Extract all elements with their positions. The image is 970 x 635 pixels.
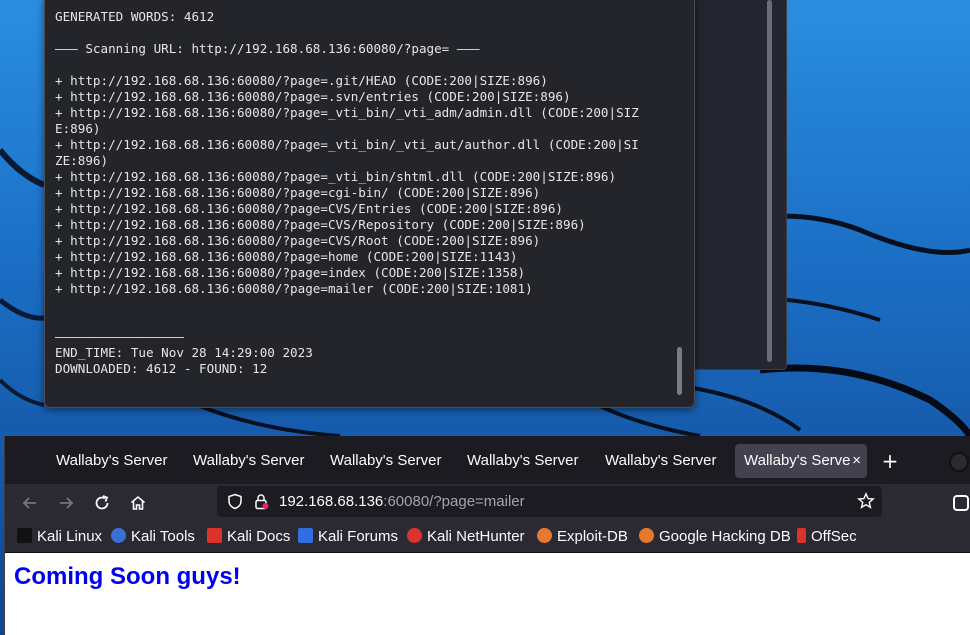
bookmark-kali-tools[interactable]: Kali Tools bbox=[111, 522, 195, 552]
terminal-line: ——— Scanning URL: http://192.168.68.136:… bbox=[55, 41, 480, 56]
bookmark-label: Kali Tools bbox=[131, 528, 195, 545]
shield-icon[interactable] bbox=[227, 493, 243, 510]
background-terminal-scrollbar[interactable] bbox=[767, 0, 772, 362]
terminal-line: DOWNLOADED: 4612 - FOUND: 12 bbox=[55, 361, 268, 376]
tab-wallabys-server-4[interactable]: Wallaby's Server bbox=[458, 444, 592, 478]
insecure-lock-icon[interactable] bbox=[253, 493, 269, 510]
terminal-line: + http://192.168.68.136:60080/?page=CVS/… bbox=[55, 217, 586, 232]
bookmark-kali-docs[interactable]: Kali Docs bbox=[207, 522, 290, 552]
ghdb-icon bbox=[639, 528, 654, 543]
forward-button[interactable] bbox=[53, 490, 79, 516]
bookmark-label: Google Hacking DB bbox=[659, 528, 791, 545]
offsec-icon bbox=[797, 528, 806, 543]
page-content: Coming Soon guys! bbox=[5, 553, 970, 635]
bookmark-label: Exploit-DB bbox=[557, 528, 628, 545]
terminal-output: GENERATED WORDS: 4612 ——— Scanning URL: h… bbox=[55, 9, 675, 377]
tab-wallabys-server-1[interactable]: Wallaby's Server bbox=[47, 444, 181, 478]
url-host: 192.168.68.136 bbox=[279, 493, 384, 510]
terminal-scrollbar[interactable] bbox=[677, 347, 682, 395]
page-heading: Coming Soon guys! bbox=[14, 563, 241, 590]
url-text: 192.168.68.136:60080/?page=mailer bbox=[279, 486, 525, 517]
url-path: :60080/?page=mailer bbox=[383, 493, 525, 510]
bookmark-star-icon[interactable] bbox=[857, 492, 875, 510]
terminal-line: ————————————————— bbox=[55, 329, 184, 344]
bookmarks-toolbar: Kali Linux Kali Tools Kali Docs Kali For… bbox=[5, 522, 970, 553]
reload-icon bbox=[95, 495, 109, 510]
tab-label: Wallaby's Server bbox=[744, 452, 850, 469]
terminal-line: + http://192.168.68.136:60080/?page=_vti… bbox=[55, 169, 617, 184]
tab-wallabys-server-2[interactable]: Wallaby's Server bbox=[184, 444, 318, 478]
tab-label: Wallaby's Server bbox=[605, 452, 717, 469]
kali-tools-icon bbox=[111, 528, 126, 543]
terminal-line: + http://192.168.68.136:60080/?page=.git… bbox=[55, 73, 548, 88]
terminal-line: + http://192.168.68.136:60080/?page=inde… bbox=[55, 265, 526, 280]
tab-bar: Wallaby's Server Wallaby's Server Wallab… bbox=[5, 436, 970, 484]
home-button[interactable] bbox=[125, 490, 151, 516]
new-tab-button[interactable]: + bbox=[878, 444, 902, 478]
tab-wallabys-server-5[interactable]: Wallaby's Server bbox=[596, 444, 730, 478]
terminal-line: ZE:896) bbox=[55, 153, 109, 168]
bookmark-label: Kali Docs bbox=[227, 528, 291, 545]
bookmark-label: Kali Forums bbox=[318, 528, 399, 545]
terminal-line: + http://192.168.68.136:60080/?page=cgi-… bbox=[55, 185, 541, 200]
bookmark-kali-linux[interactable]: Kali Linux bbox=[17, 522, 102, 552]
terminal-line: GENERATED WORDS: 4612 bbox=[55, 9, 215, 24]
terminal-line: + http://192.168.68.136:60080/?page=_vti… bbox=[55, 137, 639, 152]
bookmark-google-hacking-db[interactable]: Google Hacking DB bbox=[639, 522, 791, 552]
bookmark-label: OffSec bbox=[811, 528, 857, 545]
tab-label: Wallaby's Server bbox=[193, 452, 305, 469]
tab-wallabys-server-active[interactable]: Wallaby's Server × bbox=[735, 444, 867, 478]
bookmark-exploit-db[interactable]: Exploit-DB bbox=[537, 522, 628, 552]
bookmark-label: Kali NetHunter bbox=[427, 528, 525, 545]
terminal-line: E:896) bbox=[55, 121, 101, 136]
terminal-line: + http://192.168.68.136:60080/?page=mail… bbox=[55, 281, 533, 296]
kali-dragon-icon bbox=[17, 528, 32, 543]
arrow-right-icon bbox=[60, 497, 74, 509]
extensions-icon[interactable] bbox=[953, 495, 969, 511]
tab-wallabys-server-3[interactable]: Wallaby's Server bbox=[321, 444, 455, 478]
tab-label: Wallaby's Server bbox=[467, 452, 579, 469]
terminal-line: END_TIME: Tue Nov 28 14:29:00 2023 bbox=[55, 345, 313, 360]
terminal-line: + http://192.168.68.136:60080/?page=_vti… bbox=[55, 105, 639, 120]
reload-button[interactable] bbox=[89, 490, 115, 516]
back-button[interactable] bbox=[17, 490, 43, 516]
nethunter-icon bbox=[407, 528, 422, 543]
url-bar[interactable]: 192.168.68.136:60080/?page=mailer bbox=[217, 486, 882, 517]
terminal-line: + http://192.168.68.136:60080/?page=home… bbox=[55, 249, 518, 264]
bookmark-kali-forums[interactable]: Kali Forums bbox=[298, 522, 398, 552]
kali-forums-icon bbox=[298, 528, 313, 543]
close-tab-icon[interactable]: × bbox=[852, 444, 861, 478]
terminal-line: + http://192.168.68.136:60080/?page=CVS/… bbox=[55, 233, 541, 248]
terminal-line: + http://192.168.68.136:60080/?page=.svn… bbox=[55, 89, 571, 104]
bookmark-label: Kali Linux bbox=[37, 528, 103, 545]
tab-label: Wallaby's Server bbox=[56, 452, 168, 469]
arrow-left-icon bbox=[22, 497, 36, 509]
bookmark-kali-nethunter[interactable]: Kali NetHunter bbox=[407, 522, 525, 552]
home-icon bbox=[130, 495, 146, 510]
exploit-db-icon bbox=[537, 528, 552, 543]
terminal-line: + http://192.168.68.136:60080/?page=CVS/… bbox=[55, 201, 563, 216]
tab-label: Wallaby's Server bbox=[330, 452, 442, 469]
terminal-window[interactable]: GENERATED WORDS: 4612 ——— Scanning URL: h… bbox=[44, 0, 695, 408]
navigation-toolbar: 192.168.68.136:60080/?page=mailer bbox=[5, 484, 970, 522]
browser-window: Wallaby's Server Wallaby's Server Wallab… bbox=[4, 436, 970, 635]
tab-overflow-icon[interactable] bbox=[949, 452, 969, 472]
bookmark-offsec[interactable]: OffSec bbox=[797, 522, 857, 552]
kali-docs-icon bbox=[207, 528, 222, 543]
